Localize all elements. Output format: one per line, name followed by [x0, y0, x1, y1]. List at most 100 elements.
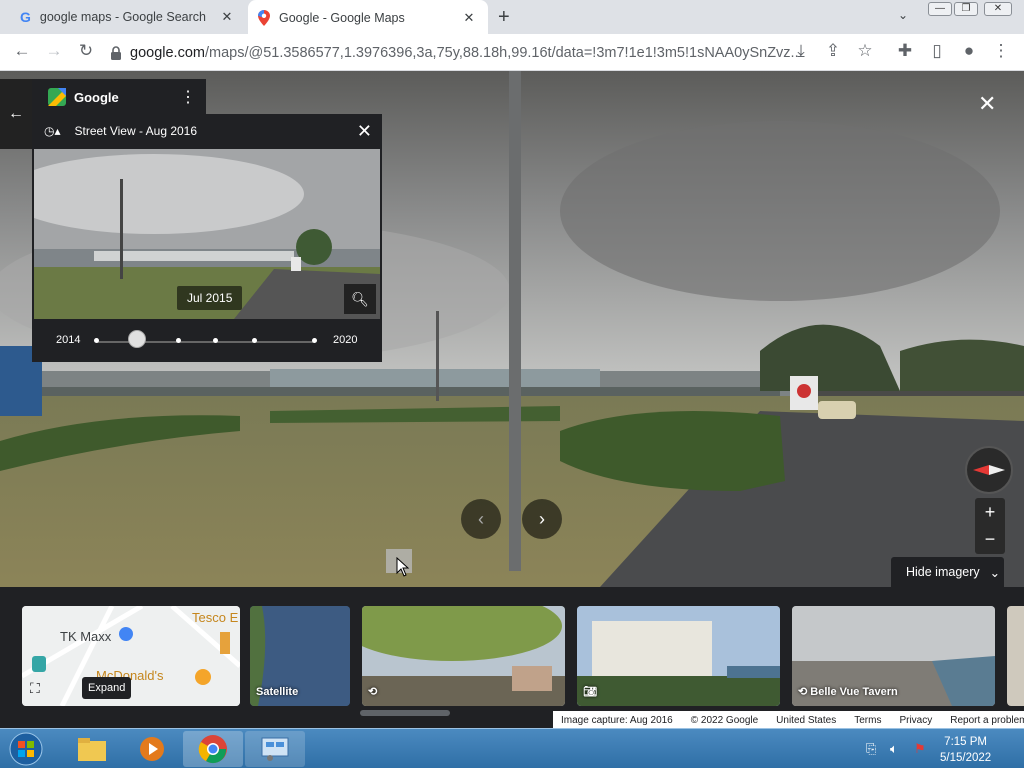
satellite-card[interactable]: Satellite: [250, 606, 350, 706]
compass-icon[interactable]: [965, 446, 1013, 494]
year-start-label: 2014: [56, 334, 81, 346]
tab-google-search[interactable]: G google maps - Google Search ✕: [10, 0, 246, 34]
street-view-360-icon: ⟲: [368, 686, 378, 698]
strip-scrollbar[interactable]: [360, 710, 450, 716]
photo-image: [362, 606, 565, 706]
forward-icon[interactable]: →: [42, 41, 66, 61]
clock-date: 5/15/2022: [940, 752, 992, 764]
privacy-link[interactable]: Privacy: [899, 715, 932, 726]
camera-icon: 📷︎: [583, 686, 597, 698]
media-player-icon: [140, 737, 164, 761]
image-capture-date: Image capture: Aug 2016: [561, 714, 673, 726]
volume-icon[interactable]: 🔈︎: [890, 741, 898, 757]
media-player-taskbar-button[interactable]: [122, 731, 182, 767]
file-explorer-taskbar-button[interactable]: [62, 731, 122, 767]
map-label-tkmaxx: TK Maxx: [60, 629, 112, 644]
history-thumbnail[interactable]: Jul 2015 🔍︎: [34, 149, 380, 319]
side-panel-icon[interactable]: ▯: [925, 41, 949, 61]
close-window-button[interactable]: ✕: [984, 2, 1012, 16]
street-view-history-panel: ◷▴ Street View - Aug 2016 ✕ Jul 2015 🔍︎ …: [32, 114, 382, 362]
chevron-down-icon: ⌄: [989, 565, 1001, 580]
terms-link[interactable]: Terms: [854, 715, 881, 726]
url-text: google.com/maps/@51.3586577,1.3976396,3a…: [130, 45, 803, 61]
hide-imagery-label: Hide imagery: [906, 565, 980, 579]
timeline-dot[interactable]: [312, 338, 317, 343]
zoom-out-button[interactable]: −: [975, 526, 1005, 554]
maps-pin-icon: [258, 9, 270, 26]
imagery-strip: Tesco E TK Maxx McDonald's ⛶ Expand Sate…: [0, 587, 1024, 729]
mouse-cursor-icon: [396, 557, 410, 577]
zoom-in-thumbnail-icon[interactable]: 🔍︎: [344, 284, 376, 314]
photo-image: [577, 606, 780, 706]
google-maps-logo-icon: [48, 88, 66, 106]
back-icon[interactable]: ←: [10, 41, 34, 61]
zoom-controls: + −: [975, 498, 1005, 554]
more-options-icon[interactable]: ⋮: [180, 87, 196, 107]
map-footer: Image capture: Aug 2016 © 2022 Google Un…: [553, 711, 1024, 729]
satellite-label: Satellite: [256, 686, 299, 698]
tab-strip: G google maps - Google Search ✕ Google -…: [0, 0, 1024, 35]
history-clock-icon[interactable]: ◷▴: [44, 124, 61, 138]
timeline-slider[interactable]: 2014 2020: [32, 327, 382, 357]
timeline-dot[interactable]: [252, 338, 257, 343]
back-arrow-button[interactable]: ←: [0, 79, 32, 149]
install-icon[interactable]: ⤓: [789, 41, 813, 61]
copyright-text: © 2022 Google: [690, 714, 759, 726]
street-view-canvas[interactable]: ← Google ⋮ ◷▴ Street View - Aug 2016 ✕ J…: [0, 71, 1024, 729]
photo-card[interactable]: [1007, 606, 1024, 706]
previous-arrow-button[interactable]: ‹: [461, 499, 501, 539]
country-link[interactable]: United States: [776, 715, 836, 726]
thumbnail-date: Jul 2015: [177, 286, 243, 310]
tab-search-chevron-icon[interactable]: ⌄: [898, 8, 908, 22]
close-history-icon[interactable]: ✕: [357, 121, 372, 142]
photo-card[interactable]: ⟲: [362, 606, 565, 706]
chrome-menu-icon[interactable]: ⋮: [989, 41, 1013, 61]
street-view-header: ◷▴ Street View - Aug 2016 ✕: [32, 114, 382, 148]
action-center-icon[interactable]: ⚑: [914, 741, 926, 757]
next-arrow-button[interactable]: ›: [522, 499, 562, 539]
url-path: /maps/@51.3586577,1.3976396,3a,75y,88.18…: [204, 44, 803, 61]
control-panel-icon: [261, 737, 289, 761]
expand-icon[interactable]: ⛶: [30, 680, 40, 697]
photo-card[interactable]: 📷︎: [577, 606, 780, 706]
chrome-taskbar-button[interactable]: [183, 731, 243, 767]
place-name: Google: [74, 89, 119, 105]
browser-toolbar: ← → ↻ google.com/maps/@51.3586577,1.3976…: [0, 34, 1024, 71]
network-icon[interactable]: ⎘: [866, 741, 876, 757]
tab-title: google maps - Google Search: [39, 10, 206, 24]
windows-taskbar: ⎘ 🔈︎ ⚑ 7:15 PM 5/15/2022: [0, 728, 1024, 768]
hide-imagery-button[interactable]: Hide imagery ⌄: [891, 557, 1004, 587]
start-button[interactable]: [2, 731, 50, 767]
windows-start-icon: [9, 732, 43, 766]
timeline-dot[interactable]: [213, 338, 218, 343]
expand-tooltip: Expand: [82, 677, 132, 699]
timeline-dot[interactable]: [176, 338, 181, 343]
system-clock[interactable]: 7:15 PM 5/15/2022: [940, 734, 991, 766]
zoom-in-button[interactable]: +: [975, 498, 1005, 526]
chrome-icon: [198, 735, 227, 764]
year-end-label: 2020: [333, 334, 358, 346]
new-tab-button[interactable]: +: [498, 6, 510, 29]
extensions-icon[interactable]: ✚: [893, 41, 917, 61]
restore-button[interactable]: ❐: [954, 2, 978, 16]
url-domain: google.com: [130, 44, 205, 61]
tab-google-maps[interactable]: Google - Google Maps ✕: [248, 0, 488, 35]
lock-icon: [111, 45, 121, 60]
belle-vue-tavern-card[interactable]: ⟲ Belle Vue Tavern: [792, 606, 995, 706]
minimize-button[interactable]: —: [928, 2, 952, 16]
report-problem-link[interactable]: Report a problem: [950, 715, 1024, 726]
place-header: Google ⋮: [32, 79, 206, 115]
reload-icon[interactable]: ↻: [74, 41, 98, 61]
close-tab-icon[interactable]: ✕: [460, 10, 478, 26]
profile-avatar-icon[interactable]: ●: [957, 41, 981, 61]
close-tab-icon[interactable]: ✕: [218, 9, 236, 25]
close-street-view-icon[interactable]: ✕: [978, 91, 996, 117]
map-card[interactable]: Tesco E TK Maxx McDonald's ⛶ Expand: [22, 606, 240, 706]
share-icon[interactable]: ⇪: [821, 41, 845, 61]
timeline-dot[interactable]: [94, 338, 99, 343]
tab-title: Google - Google Maps: [279, 10, 405, 25]
control-panel-taskbar-button[interactable]: [245, 731, 305, 767]
slider-knob[interactable]: [128, 330, 146, 348]
address-bar[interactable]: google.com/maps/@51.3586577,1.3976396,3a…: [110, 37, 880, 68]
bookmark-star-icon[interactable]: ☆: [853, 41, 877, 61]
